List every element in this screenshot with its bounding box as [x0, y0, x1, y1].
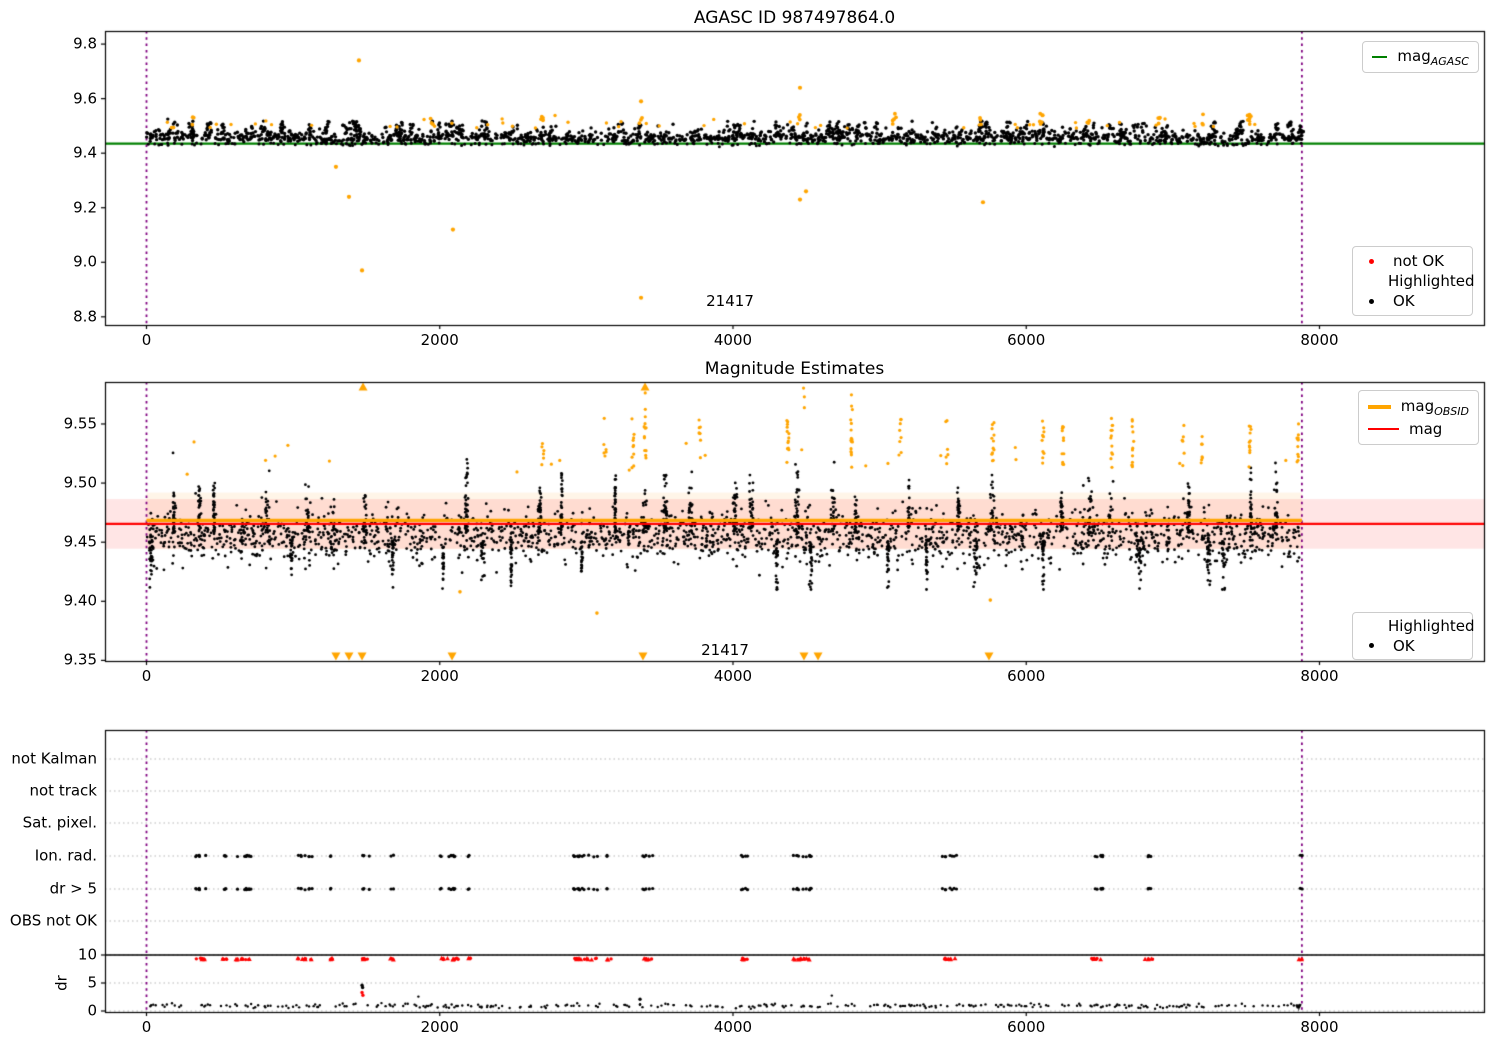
x-tick-label: 0: [141, 331, 152, 349]
legend-row: Highlighted: [1362, 272, 1474, 290]
red-dot-icon: [1369, 258, 1374, 264]
legend-label-sub: OBSID: [1434, 404, 1469, 418]
dr-axis-label: dr: [52, 975, 71, 991]
red-line-sample-icon: [1368, 428, 1399, 431]
x-tick-label: 2000: [420, 1018, 459, 1036]
x-tick-label: 8000: [1300, 1018, 1339, 1036]
legend-row: magAGASC: [1372, 47, 1469, 68]
x-tick-label: 8000: [1300, 331, 1339, 349]
legend-mag-agasc: magAGASC: [1362, 41, 1479, 73]
obsid-annotation-top: 21417: [706, 292, 754, 310]
legend-label: mag: [1409, 420, 1443, 439]
y-tick-label: 9.55: [63, 414, 97, 433]
legend-label: Highlighted: [1388, 617, 1475, 636]
x-tick-label: 6000: [1007, 1018, 1046, 1036]
category-label: OBS not OK: [9, 911, 97, 930]
plot-overlay: AGASC ID 987497864.0 Magnitude Estimates…: [0, 0, 1500, 1050]
legend-status-top: not OK Highlighted OK: [1352, 246, 1474, 316]
x-tick-label: 8000: [1300, 667, 1339, 685]
y-tick-label: 8.8: [73, 307, 97, 326]
legend-label: OK: [1393, 636, 1415, 655]
y-tick-label: 9.35: [63, 650, 97, 669]
orange-line-sample-icon: [1368, 405, 1391, 410]
legend-row: not OK: [1362, 252, 1463, 270]
legend-row: mag: [1368, 420, 1469, 438]
dr-tick-label: 0: [87, 1001, 97, 1020]
x-tick-label: 2000: [420, 667, 459, 685]
legend-label: OK: [1393, 292, 1415, 310]
green-line-sample-icon: [1372, 56, 1388, 58]
legend-mag-obsid: magOBSID mag: [1358, 390, 1479, 445]
y-tick-label: 9.40: [63, 591, 97, 610]
y-tick-label: 9.50: [63, 473, 97, 492]
figure: AGASC ID 987497864.0 Magnitude Estimates…: [0, 0, 1500, 1050]
middle-plot-title: Magnitude Estimates: [704, 359, 885, 379]
category-label: not Kalman: [11, 749, 97, 768]
legend-label: Highlighted: [1388, 272, 1475, 290]
legend-label: magOBSID: [1401, 397, 1469, 418]
black-dot-icon: [1369, 298, 1374, 304]
dr-tick-label: 10: [77, 945, 97, 964]
legend-label-sub: AGASC: [1430, 54, 1469, 68]
y-tick-label: 9.2: [73, 198, 97, 217]
category-label: not track: [29, 781, 97, 800]
legend-row: OK: [1362, 637, 1463, 655]
legend-label: magAGASC: [1397, 47, 1469, 68]
legend-label: not OK: [1393, 252, 1444, 270]
y-tick-label: 9.6: [73, 89, 97, 108]
x-tick-label: 4000: [713, 331, 753, 349]
obsid-annotation-middle: 21417: [701, 641, 749, 659]
x-tick-label: 6000: [1007, 667, 1046, 685]
category-label: Sat. pixel.: [22, 813, 97, 832]
x-tick-label: 6000: [1007, 331, 1046, 349]
legend-label-main: mag: [1400, 396, 1435, 415]
dr-tick-label: 5: [87, 973, 97, 992]
y-tick-label: 9.0: [73, 252, 97, 271]
legend-status-middle: Highlighted OK: [1352, 612, 1474, 660]
legend-row: Highlighted: [1362, 617, 1474, 635]
category-label: Ion. rad.: [34, 846, 97, 865]
legend-row: magOBSID: [1368, 397, 1469, 418]
x-tick-label: 4000: [713, 667, 753, 685]
black-dot-icon: [1369, 643, 1374, 649]
x-tick-label: 0: [141, 667, 152, 685]
category-label: dr > 5: [49, 879, 97, 898]
x-tick-label: 2000: [420, 331, 459, 349]
legend-label-main: mag: [1397, 46, 1431, 65]
y-tick-label: 9.8: [73, 34, 97, 53]
y-tick-label: 9.4: [73, 143, 97, 162]
x-tick-label: 4000: [713, 1018, 753, 1036]
y-tick-label: 9.45: [63, 532, 97, 551]
legend-row: OK: [1362, 292, 1463, 310]
top-plot-title: AGASC ID 987497864.0: [693, 8, 896, 28]
x-tick-label: 0: [141, 1018, 152, 1036]
